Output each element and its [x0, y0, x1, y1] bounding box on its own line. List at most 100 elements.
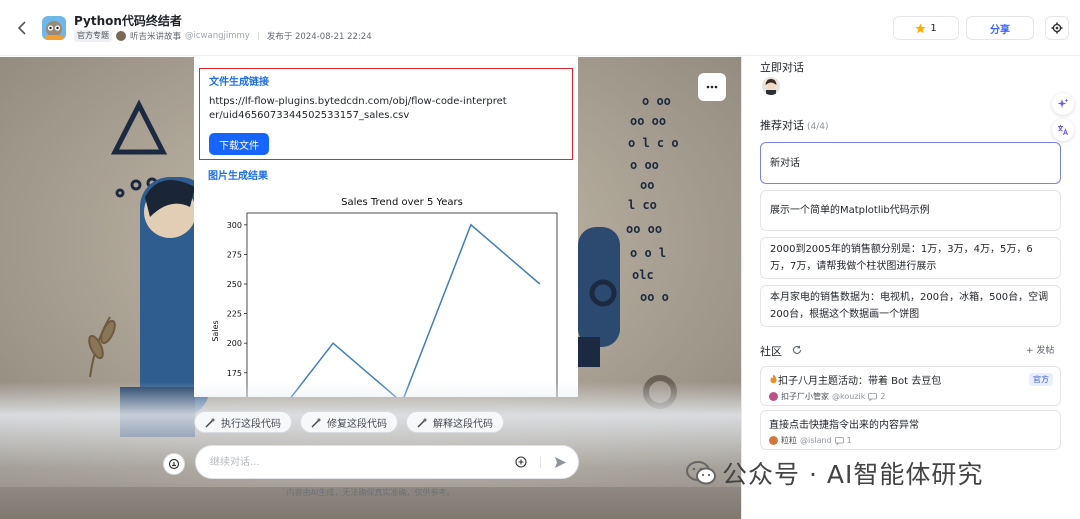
- share-button[interactable]: 分享: [966, 16, 1034, 40]
- y-tick-label: 225: [227, 310, 242, 319]
- sparkles-icon: [1057, 98, 1069, 108]
- recommended-chats-count: (4/4): [807, 122, 829, 132]
- star-count: 1: [930, 22, 937, 34]
- fix-code-label: 修复这段代码: [327, 418, 387, 430]
- user-avatar: [769, 392, 778, 401]
- bot-message: 文件生成链接 https://lf-flow-plugins.bytedcdn.…: [194, 57, 578, 397]
- meta-divider: [257, 32, 259, 40]
- user-avatar: [769, 436, 778, 445]
- y-tick-label: 250: [227, 280, 242, 289]
- more-options-button[interactable]: [698, 73, 726, 101]
- bot-meta: 官方专题 听吉米讲故事 @icwangjimmy 发布于 2024-08-21 …: [74, 30, 372, 42]
- add-attachment-button[interactable]: [514, 455, 528, 469]
- star-icon: [915, 22, 926, 33]
- recommended-chats-title: 推荐对话 (4/4): [760, 117, 829, 133]
- fix-code-button[interactable]: 修复这段代码: [300, 411, 398, 433]
- post-user: 扣子厂小管家: [781, 392, 829, 401]
- sparkle-wand-icon: [205, 417, 216, 427]
- author-name[interactable]: 听吉米讲故事: [130, 30, 181, 42]
- send-icon: [554, 456, 566, 468]
- back-button[interactable]: [12, 18, 32, 38]
- explain-code-button[interactable]: 解释这段代码: [406, 411, 504, 433]
- star-button[interactable]: 1: [893, 16, 959, 40]
- bot-avatar: [42, 16, 66, 40]
- post-meta: 扣子厂小管家 @kouzik 2: [769, 391, 885, 402]
- comment-count: 1: [846, 436, 852, 445]
- official-tag: 官方专题: [74, 30, 112, 42]
- flame-icon: [770, 374, 777, 384]
- chat-now-title: 立即对话: [760, 61, 804, 74]
- post-title: 直接点击快捷指令出来的内容异常: [769, 420, 919, 431]
- post-user: 粒粒: [781, 436, 797, 445]
- rec-item-matplotlib-example[interactable]: 展示一个简单的Matplotlib代码示例: [760, 190, 1061, 231]
- sparkle-wand-icon: [417, 417, 428, 427]
- input-divider: [540, 456, 541, 468]
- refresh-icon: [792, 345, 801, 354]
- broom-icon: [168, 458, 180, 470]
- sales-line-chart: Sales Trend over 5 Years Sales 150175200…: [211, 197, 558, 397]
- plot-frame: [246, 212, 558, 397]
- svg-text:l co: l co: [628, 198, 657, 212]
- svg-text:oo oo: oo oo: [630, 114, 666, 128]
- comment-count: 2: [880, 392, 886, 401]
- chat-area: o oo oo oo o l c o o oo oo l co oo oo o o l ol…: [0, 57, 741, 519]
- y-ticks: 150175200225250275300: [227, 221, 247, 378]
- community-post[interactable]: 直接点击快捷指令出来的内容异常 粒粒 @island 1: [760, 410, 1061, 450]
- rec-item-new-chat[interactable]: 新对话: [760, 142, 1061, 184]
- settings-button[interactable]: [1045, 16, 1069, 40]
- author-avatar: [116, 31, 126, 41]
- svg-text:o o l: o o l: [630, 246, 666, 260]
- refresh-button[interactable]: [791, 344, 802, 355]
- send-button[interactable]: [552, 454, 568, 470]
- chat-input-box: [195, 445, 579, 479]
- file-url[interactable]: https://lf-flow-plugins.bytedcdn.com/obj…: [209, 95, 509, 123]
- rec-item-bar-chart[interactable]: 2000到2005年的销售额分别是：1万，3万，4万，5万，6万，7万，请帮我做…: [760, 237, 1061, 279]
- recommended-chats-list: 新对话 展示一个简单的Matplotlib代码示例 2000到2005年的销售额…: [760, 142, 1061, 327]
- community-post[interactable]: 扣子八月主题活动：带着 Bot 去豆包 扣子厂小管家 @kouzik 2 官方: [760, 366, 1061, 406]
- y-tick-label: 200: [227, 339, 242, 348]
- comment-icon: [834, 436, 844, 445]
- author-handle: @icwangjimmy: [185, 31, 250, 41]
- post-title-text: 扣子八月主题活动：带着 Bot 去豆包: [778, 376, 942, 387]
- side-panel: 立即对话 推荐对话 (4/4) 新对话 展示一个简单的Matplotlib代码示例…: [741, 57, 1080, 519]
- ai-assist-button[interactable]: [1052, 93, 1074, 115]
- recommended-chats-label: 推荐对话: [760, 119, 804, 132]
- svg-text:o oo: o oo: [642, 94, 671, 108]
- chat-input[interactable]: [210, 446, 500, 478]
- post-handle: @island: [800, 436, 832, 445]
- rec-item-pie-chart[interactable]: 本月家电的销售数据为：电视机，200台，冰箱，500台，空调200台，根据这个数…: [760, 285, 1061, 327]
- download-file-button[interactable]: 下载文件: [209, 133, 269, 155]
- svg-text:oo oo: oo oo: [626, 222, 662, 236]
- post-meta: 粒粒 @island 1: [769, 435, 852, 446]
- translate-button[interactable]: [1052, 119, 1074, 141]
- bot-avatar[interactable]: [762, 77, 780, 95]
- watermark-text: 公众号 · AI智能体研究: [722, 460, 984, 489]
- new-post-button[interactable]: + 发帖: [1026, 343, 1054, 356]
- chart-title: Sales Trend over 5 Years: [341, 197, 463, 208]
- svg-text:oo: oo: [640, 178, 654, 192]
- explain-code-label: 解释这段代码: [433, 418, 493, 430]
- y-tick-label: 175: [227, 369, 242, 378]
- y-tick-label: 275: [227, 250, 242, 259]
- publish-date: 发布于 2024-08-21 22:24: [266, 32, 372, 42]
- translate-icon: [1058, 125, 1068, 136]
- chart-y-axis-label: Sales: [211, 320, 220, 341]
- community-title: 社区: [760, 345, 782, 358]
- official-badge: 官方: [1029, 373, 1053, 386]
- run-code-button[interactable]: 执行这段代码: [194, 411, 292, 433]
- image-result-title: 图片生成结果: [208, 171, 268, 182]
- svg-text:o l c o: o l c o: [628, 136, 679, 150]
- more-horizontal-icon: [706, 85, 718, 89]
- sparkle-wand-icon: [311, 417, 322, 427]
- ai-disclaimer: 内容由AI生成，无法确保真实准确，仅供参考。: [286, 488, 455, 497]
- quick-actions: 执行这段代码 修复这段代码 解释这段代码: [194, 411, 504, 433]
- bot-title: Python代码终结者: [74, 14, 182, 28]
- post-handle: @kouzik: [832, 392, 866, 401]
- clear-context-button[interactable]: [163, 453, 185, 475]
- chevron-left-icon: [17, 21, 26, 35]
- plus-circle-icon: [515, 456, 527, 468]
- post-title: 扣子八月主题活动：带着 Bot 去豆包: [769, 372, 941, 387]
- file-link-box: 文件生成链接 https://lf-flow-plugins.bytedcdn.…: [199, 68, 573, 160]
- svg-text:o oo: o oo: [630, 158, 659, 172]
- y-tick-label: 300: [227, 221, 242, 230]
